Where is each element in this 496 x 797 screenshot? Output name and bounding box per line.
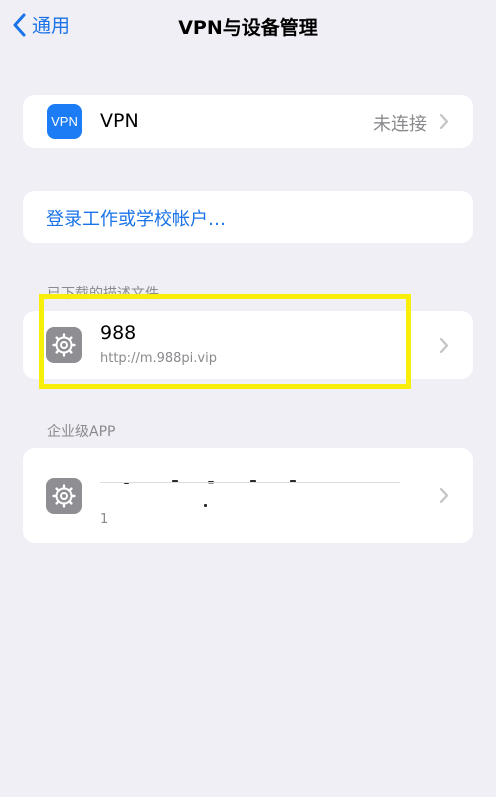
section-header-downloaded-profiles: 已下载的描述文件 — [47, 286, 159, 302]
login-work-school-account-link[interactable]: 登录工作或学校帐户… — [46, 205, 226, 231]
page-title: VPN与设备管理 — [178, 17, 318, 39]
gear-icon — [46, 478, 82, 514]
chevron-right-icon — [439, 337, 449, 354]
enterprise-app-row[interactable]: 1 — [23, 448, 473, 543]
chevron-right-icon — [439, 487, 449, 504]
obscured-app-name — [100, 476, 400, 508]
chevron-right-icon — [439, 113, 449, 130]
vpn-status: 未连接 — [373, 114, 427, 135]
app-subtitle: 1 — [100, 512, 109, 527]
gear-icon — [46, 327, 82, 363]
profile-row[interactable]: 988 http://m.988pi.vip — [23, 311, 473, 379]
login-work-school-account-row[interactable]: 登录工作或学校帐户… — [23, 191, 473, 243]
section-header-enterprise-apps: 企业级APP — [47, 424, 116, 440]
profile-name: 988 — [100, 322, 137, 344]
vpn-row[interactable]: VPN VPN 未连接 — [23, 95, 473, 148]
profile-url: http://m.988pi.vip — [100, 351, 217, 366]
vpn-title: VPN — [100, 110, 139, 132]
navigation-bar: 通用 VPN与设备管理 — [0, 0, 496, 52]
vpn-icon: VPN — [47, 104, 82, 139]
